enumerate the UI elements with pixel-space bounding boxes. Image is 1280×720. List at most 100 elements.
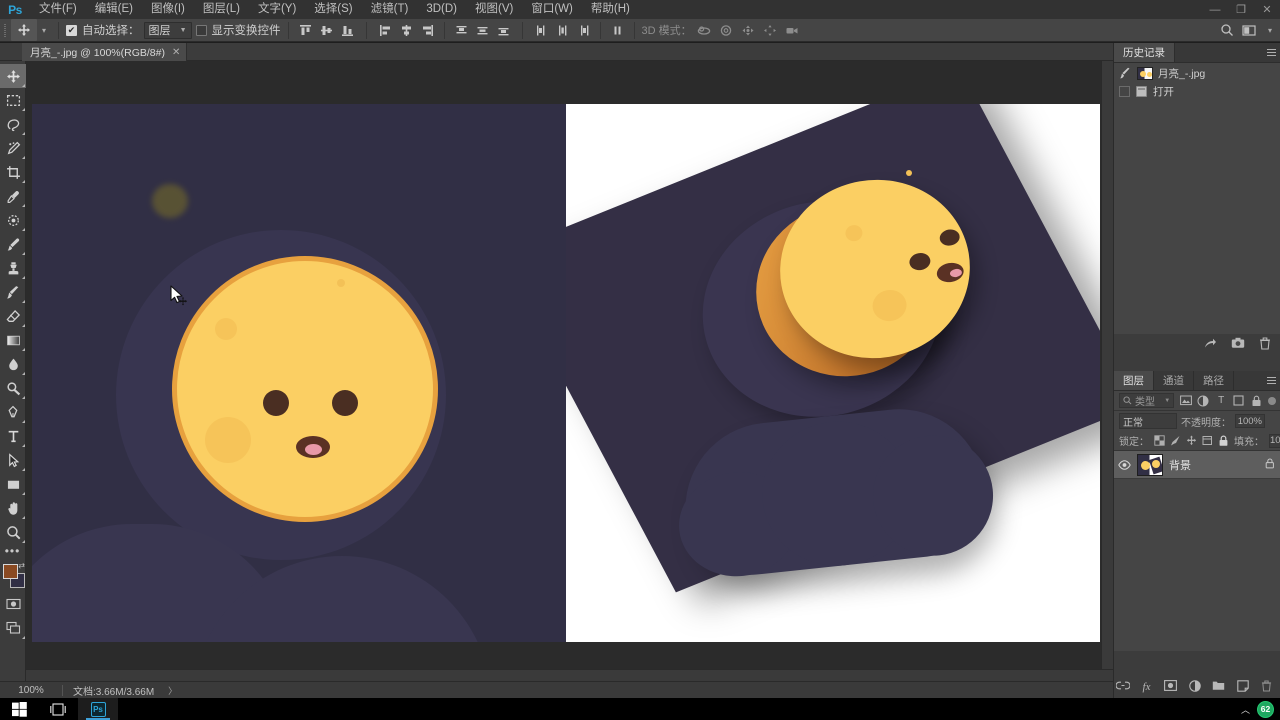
zoom-3d-camera-icon[interactable] — [783, 21, 802, 40]
edit-toolbar-button[interactable]: ••• — [0, 544, 25, 560]
distribute-horizontal-centers-icon[interactable] — [553, 21, 572, 40]
distribute-top-edges-icon[interactable] — [452, 21, 471, 40]
quick-mask-mode[interactable] — [0, 592, 26, 616]
quick-selection-tool[interactable] — [0, 136, 26, 160]
filter-enable-toggle[interactable] — [1268, 396, 1276, 405]
search-icon[interactable] — [1217, 21, 1236, 40]
align-left-edges-icon[interactable] — [376, 21, 395, 40]
new-layer-icon[interactable] — [1236, 679, 1249, 695]
filter-adjustment-icon[interactable] — [1197, 394, 1210, 407]
link-layers-icon[interactable] — [1115, 681, 1131, 693]
menu-view[interactable]: 视图(V) — [466, 0, 522, 19]
distribute-bottom-edges-icon[interactable] — [494, 21, 513, 40]
path-selection-tool[interactable] — [0, 448, 26, 472]
layer-row[interactable]: 背景 — [1114, 451, 1280, 479]
dodge-tool[interactable] — [0, 376, 26, 400]
more-align-options-icon[interactable] — [608, 21, 627, 40]
filter-shape-icon[interactable] — [1233, 394, 1246, 407]
screen-mode[interactable] — [0, 616, 26, 640]
swap-colors-icon[interactable]: ⇄ — [18, 561, 25, 570]
menu-image[interactable]: 图像(I) — [142, 0, 194, 19]
layer-list[interactable]: 背景 — [1114, 451, 1280, 651]
canvas-area[interactable] — [26, 61, 1113, 681]
brush-tool[interactable] — [0, 232, 26, 256]
tab-layers[interactable]: 图层 — [1114, 371, 1154, 390]
tab-channels[interactable]: 通道 — [1154, 371, 1194, 390]
layer-style-fx-icon[interactable]: fx — [1140, 681, 1153, 693]
menu-type[interactable]: 文字(Y) — [249, 0, 305, 19]
filter-smart-object-icon[interactable] — [1250, 394, 1263, 407]
lock-position-icon[interactable] — [1186, 435, 1197, 447]
delete-state-icon[interactable] — [1259, 336, 1271, 353]
layer-visibility-eye-icon[interactable] — [1118, 459, 1131, 470]
status-expand-arrow-icon[interactable]: 〉 — [164, 684, 177, 697]
pan-3d-icon[interactable] — [739, 21, 758, 40]
menu-filter[interactable]: 滤镜(T) — [362, 0, 418, 19]
move-tool[interactable] — [0, 64, 26, 88]
workspace-switcher-icon[interactable] — [1240, 21, 1259, 40]
rectangle-tool[interactable] — [0, 472, 26, 496]
distribute-vertical-centers-icon[interactable] — [473, 21, 492, 40]
menu-file[interactable]: 文件(F) — [30, 0, 86, 19]
layer-filter-kind-select[interactable]: 类型 ▼ — [1119, 393, 1175, 408]
auto-select-scope-select[interactable]: 图层 ▼ — [143, 21, 192, 39]
zoom-tool[interactable] — [0, 520, 26, 544]
history-brush-toggle-box[interactable] — [1119, 85, 1130, 97]
blend-mode-select[interactable]: 正常 — [1119, 413, 1177, 429]
crop-tool[interactable] — [0, 160, 26, 184]
history-snapshot-row[interactable]: 月亮_-.jpg — [1114, 64, 1280, 82]
photoshop-taskbar-button[interactable]: Ps — [78, 698, 118, 720]
lock-transparent-pixels-icon[interactable] — [1154, 435, 1165, 447]
filter-type-icon[interactable]: T — [1215, 394, 1228, 407]
canvas-vertical-scrollbar[interactable] — [1101, 61, 1113, 681]
horizontal-type-tool[interactable] — [0, 424, 26, 448]
align-bottom-edges-icon[interactable] — [338, 21, 357, 40]
rectangular-marquee-tool[interactable] — [0, 88, 26, 112]
fill-input[interactable]: 100% — [1269, 433, 1280, 448]
slide-3d-icon[interactable] — [761, 21, 780, 40]
create-snapshot-icon[interactable] — [1231, 337, 1245, 352]
history-list[interactable]: 月亮_-.jpg 打开 — [1114, 63, 1280, 355]
hand-tool[interactable] — [0, 496, 26, 520]
menu-3d[interactable]: 3D(D) — [417, 0, 466, 19]
lock-image-pixels-icon[interactable] — [1170, 435, 1181, 447]
distribute-left-edges-icon[interactable] — [532, 21, 551, 40]
new-adjustment-layer-icon[interactable] — [1188, 679, 1201, 695]
close-icon[interactable]: ✕ — [172, 47, 180, 58]
tray-expand-chevron-icon[interactable]: ︿ — [1241, 703, 1250, 716]
task-view-icon[interactable] — [38, 698, 78, 720]
delete-layer-icon[interactable] — [1260, 679, 1273, 695]
menu-window[interactable]: 窗口(W) — [522, 0, 582, 19]
align-right-edges-icon[interactable] — [418, 21, 437, 40]
close-button[interactable]: ✕ — [1254, 0, 1280, 19]
auto-select-checkbox[interactable] — [66, 24, 77, 36]
show-transform-controls-checkbox[interactable] — [195, 24, 207, 36]
lasso-tool[interactable] — [0, 112, 26, 136]
panel-menu-icon[interactable] — [1267, 49, 1276, 57]
create-document-from-state-icon[interactable] — [1203, 337, 1217, 353]
eraser-tool[interactable] — [0, 304, 26, 328]
history-brush-tool[interactable] — [0, 280, 26, 304]
eyedropper-tool[interactable] — [0, 184, 26, 208]
new-group-icon[interactable] — [1212, 680, 1225, 694]
move-tool-icon[interactable] — [11, 19, 37, 41]
align-top-edges-icon[interactable] — [296, 21, 315, 40]
windows-start-icon[interactable] — [0, 698, 38, 720]
history-brush-source-icon[interactable] — [1119, 67, 1132, 80]
gradient-tool[interactable] — [0, 328, 26, 352]
opacity-input[interactable]: 100% — [1235, 414, 1265, 428]
menu-help[interactable]: 帮助(H) — [582, 0, 639, 19]
layer-name[interactable]: 背景 — [1169, 457, 1191, 473]
orbit-3d-icon[interactable] — [695, 21, 714, 40]
spot-healing-brush-tool[interactable] — [0, 208, 26, 232]
panel-menu-icon[interactable] — [1267, 377, 1276, 385]
add-layer-mask-icon[interactable] — [1164, 680, 1177, 694]
history-state-row[interactable]: 打开 — [1114, 82, 1280, 100]
options-bar-grip[interactable] — [0, 19, 9, 42]
menu-layer[interactable]: 图层(L) — [194, 0, 249, 19]
tab-history[interactable]: 历史记录 — [1114, 43, 1175, 62]
document-tab[interactable]: 月亮_-.jpg @ 100%(RGB/8#) ✕ — [22, 43, 188, 61]
tool-preset-chevron-icon[interactable]: ▾ — [37, 26, 51, 35]
menu-select[interactable]: 选择(S) — [305, 0, 361, 19]
menu-edit[interactable]: 编辑(E) — [86, 0, 142, 19]
